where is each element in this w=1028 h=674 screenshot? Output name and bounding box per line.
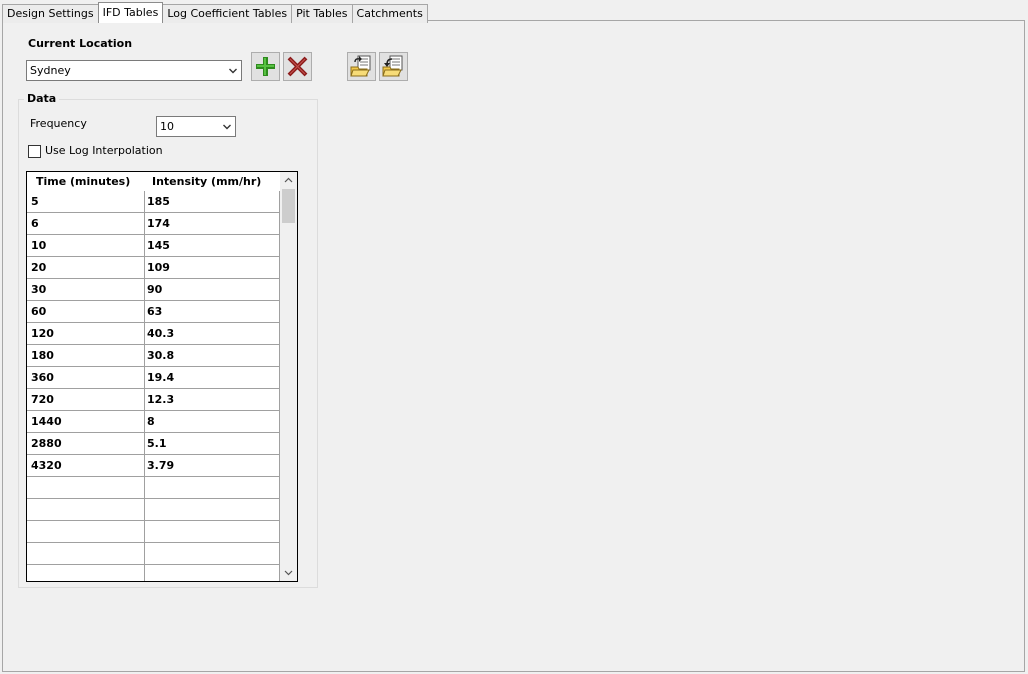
cell-intensity[interactable]: 63	[147, 301, 162, 322]
table-body: 5 185 6 174 10 145 20 109 30 90 60 63 120 40.3 180 30.8…	[27, 191, 280, 581]
cell-time[interactable]: 120	[31, 323, 54, 344]
ifd-table[interactable]: Time (minutes) Intensity (mm/hr) 5 185 6 17…	[26, 171, 298, 582]
data-group-title: Data	[24, 92, 60, 105]
cell-intensity[interactable]: 19.4	[147, 367, 174, 388]
table-row[interactable]: 60 63	[27, 301, 280, 323]
table-row[interactable]: 120 40.3	[27, 323, 280, 345]
cell-intensity[interactable]: 174	[147, 213, 170, 234]
cell-intensity[interactable]: 30.8	[147, 345, 174, 366]
table-header: Time (minutes) Intensity (mm/hr)	[27, 172, 280, 191]
cell-intensity[interactable]: 40.3	[147, 323, 174, 344]
scroll-up-arrow-icon[interactable]	[284, 176, 293, 185]
location-select-value: Sydney	[30, 64, 71, 77]
table-row[interactable]	[27, 565, 280, 581]
table-row[interactable]: 180 30.8	[27, 345, 280, 367]
open-folder-import-icon	[350, 55, 371, 77]
delete-x-icon	[287, 56, 308, 77]
tab-ifd-tables[interactable]: IFD Tables	[97, 2, 164, 23]
delete-location-button[interactable]	[283, 52, 312, 81]
table-row[interactable]: 4320 3.79	[27, 455, 280, 477]
cell-intensity[interactable]: 5.1	[147, 433, 167, 454]
cell-time[interactable]: 60	[31, 301, 46, 322]
scroll-down-arrow-icon[interactable]	[284, 568, 293, 577]
cell-intensity[interactable]: 90	[147, 279, 162, 300]
export-button[interactable]	[379, 52, 408, 81]
table-row[interactable]: 10 145	[27, 235, 280, 257]
column-header-time[interactable]: Time (minutes)	[36, 172, 130, 191]
tab-log-coefficient-tables[interactable]: Log Coefficient Tables	[162, 4, 293, 23]
cell-time[interactable]: 20	[31, 257, 46, 278]
cell-time[interactable]: 180	[31, 345, 54, 366]
cell-intensity[interactable]: 145	[147, 235, 170, 256]
table-row[interactable]: 360 19.4	[27, 367, 280, 389]
table-row[interactable]	[27, 499, 280, 521]
add-location-button[interactable]	[251, 52, 280, 81]
location-select[interactable]: Sydney	[26, 60, 242, 81]
chevron-down-icon	[223, 124, 231, 130]
table-row[interactable]	[27, 477, 280, 499]
tab-design-settings[interactable]: Design Settings	[2, 4, 99, 23]
tab-pit-tables[interactable]: Pit Tables	[291, 4, 353, 23]
table-row[interactable]: 720 12.3	[27, 389, 280, 411]
column-divider	[144, 191, 145, 581]
cell-intensity[interactable]: 3.79	[147, 455, 174, 476]
tab-catchments[interactable]: Catchments	[351, 4, 428, 23]
open-folder-export-icon	[382, 55, 403, 77]
plus-icon	[256, 57, 275, 76]
cell-time[interactable]: 6	[31, 213, 39, 234]
table-row[interactable]	[27, 521, 280, 543]
table-row[interactable]: 5 185	[27, 191, 280, 213]
vertical-scrollbar[interactable]	[280, 172, 297, 581]
scrollbar-thumb[interactable]	[282, 189, 295, 223]
frequency-select[interactable]: 10	[156, 116, 236, 137]
cell-time[interactable]: 1440	[31, 411, 62, 432]
table-row[interactable]: 6 174	[27, 213, 280, 235]
cell-intensity[interactable]: 12.3	[147, 389, 174, 410]
cell-time[interactable]: 360	[31, 367, 54, 388]
import-button[interactable]	[347, 52, 376, 81]
column-header-intensity[interactable]: Intensity (mm/hr)	[152, 172, 261, 191]
table-row[interactable]: 30 90	[27, 279, 280, 301]
cell-time[interactable]: 10	[31, 235, 46, 256]
tab-bar: Design Settings IFD Tables Log Coefficie…	[2, 2, 428, 23]
cell-time[interactable]: 30	[31, 279, 46, 300]
table-row[interactable]: 1440 8	[27, 411, 280, 433]
table-row[interactable]: 2880 5.1	[27, 433, 280, 455]
cell-intensity[interactable]: 185	[147, 191, 170, 212]
chevron-down-icon	[229, 68, 237, 74]
table-row[interactable]	[27, 543, 280, 565]
cell-time[interactable]: 5	[31, 191, 39, 212]
log-interpolation-checkbox[interactable]	[28, 145, 41, 158]
frequency-select-value: 10	[160, 120, 174, 133]
cell-time[interactable]: 4320	[31, 455, 62, 476]
cell-time[interactable]: 720	[31, 389, 54, 410]
log-interpolation-label: Use Log Interpolation	[45, 144, 163, 157]
cell-time[interactable]: 2880	[31, 433, 62, 454]
table-row[interactable]: 20 109	[27, 257, 280, 279]
cell-intensity[interactable]: 109	[147, 257, 170, 278]
cell-intensity[interactable]: 8	[147, 411, 155, 432]
frequency-label: Frequency	[30, 117, 87, 130]
current-location-label: Current Location	[28, 37, 133, 50]
